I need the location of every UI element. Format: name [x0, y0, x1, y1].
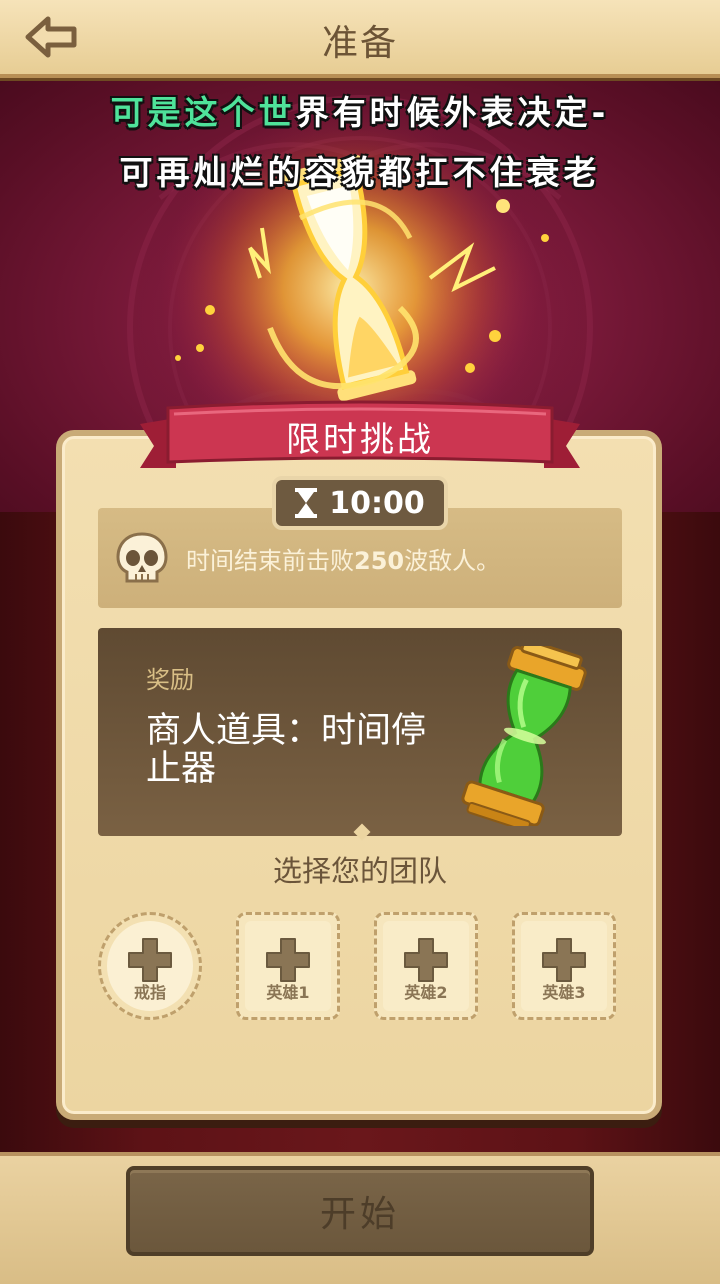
challenge-ribbon: 限时挑战: [140, 398, 580, 474]
team-slot-ring[interactable]: 戒指: [98, 912, 202, 1020]
reward-box: 奖励 商人道具：时间停止器: [98, 628, 622, 836]
start-button[interactable]: 开始: [126, 1166, 594, 1256]
objective-count: 250: [354, 546, 405, 575]
team-title: 选择您的团队: [272, 854, 447, 888]
caption-rest: 界有时候外表决定-: [295, 93, 610, 132]
reward-label: 奖励: [146, 666, 194, 694]
plus-icon: [128, 938, 172, 982]
page-title: 准备: [321, 23, 398, 64]
start-button-label: 开始: [319, 1194, 400, 1235]
caption-highlight: 可是这个世: [110, 93, 296, 132]
team-slot-hero-1[interactable]: 英雄1: [236, 912, 340, 1020]
skull-icon: [116, 532, 168, 583]
plus-icon: [266, 938, 310, 982]
slot-label: 英雄1: [266, 983, 310, 1002]
objective-text: 时间结束前击败250波敌人。: [186, 541, 500, 576]
slot-label: 英雄2: [404, 983, 448, 1002]
plus-icon: [404, 938, 448, 982]
top-bar: 准备: [0, 0, 720, 78]
plus-icon: [542, 938, 586, 982]
time-stopper-icon: [461, 646, 587, 826]
team-slot-hero-2[interactable]: 英雄2: [374, 912, 478, 1020]
slot-label: 戒指: [133, 983, 166, 1002]
caption-line-1: 可是这个世界有时候外表决定-: [0, 86, 720, 134]
timer-badge: 10:00: [272, 476, 448, 530]
hourglass-icon: [295, 488, 318, 518]
caption-line-2: 可再灿烂的容貌都扛不住衰老: [119, 153, 601, 192]
objective-suffix: 波敌人。: [404, 546, 501, 575]
timer-value: 10:00: [329, 485, 425, 521]
reward-name: 商人道具：时间停止器: [146, 711, 427, 789]
slot-label: 英雄3: [542, 983, 586, 1002]
objective-prefix: 时间结束前击败: [186, 546, 354, 575]
challenge-title: 限时挑战: [286, 420, 434, 460]
team-slot-hero-3[interactable]: 英雄3: [512, 912, 616, 1020]
